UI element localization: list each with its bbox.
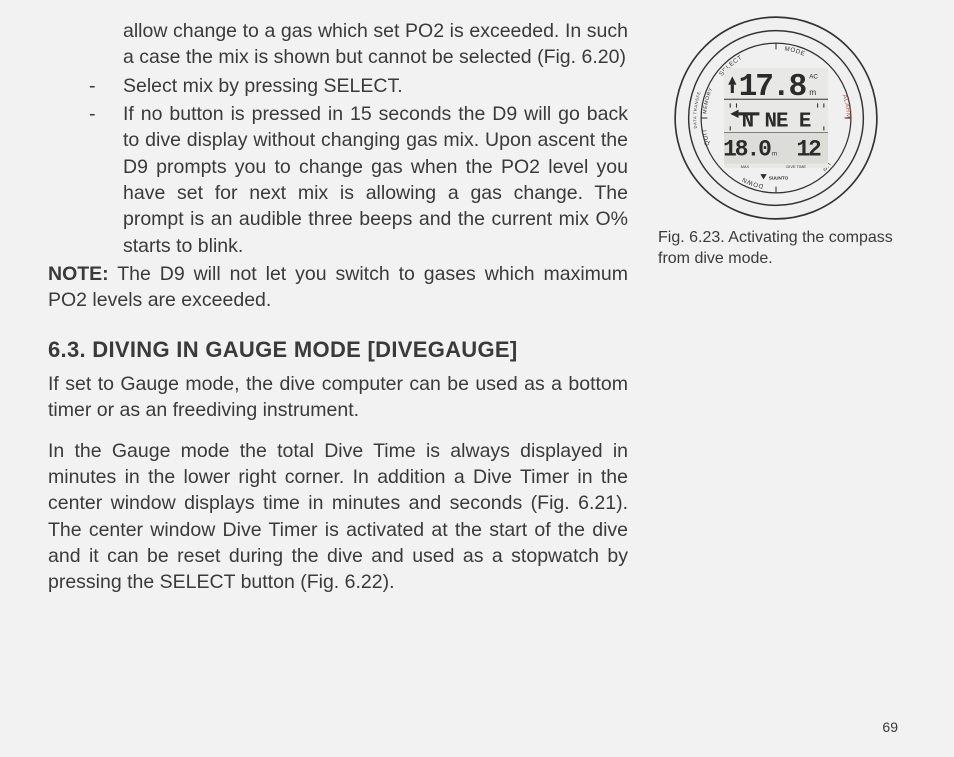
continuation-paragraph: allow change to a gas which set PO2 is e…: [123, 18, 628, 71]
bullet-item-1: - Select mix by pressing SELECT.: [48, 73, 628, 99]
bullet-dash: -: [89, 73, 123, 99]
figure-caption: Fig. 6.23. Activating the compass from d…: [652, 228, 900, 270]
max-depth-value: 18.0: [723, 136, 771, 162]
body-paragraph-2: In the Gauge mode the total Dive Time is…: [48, 438, 628, 596]
brand-label: SUUNTO: [769, 175, 789, 180]
note-label: NOTE:: [48, 263, 109, 285]
note-text: The D9 will not let you switch to gases …: [48, 263, 628, 311]
bullet-dash: -: [89, 101, 123, 259]
bullet-text-2: If no button is pressed in 15 seconds th…: [123, 101, 628, 259]
bullet-text-1: Select mix by pressing SELECT.: [123, 73, 628, 99]
body-paragraph-1: If set to Gauge mode, the dive computer …: [48, 371, 628, 424]
max-label: MAX: [741, 164, 750, 169]
section-heading: 6.3. DIVING IN GAUGE MODE [DIVEGAUGE]: [48, 335, 628, 365]
depth-unit: m: [809, 87, 816, 97]
main-text-column: allow change to a gas which set PO2 is e…: [48, 18, 628, 596]
divetime-label: DIVE TIME: [786, 164, 806, 169]
depth-value: 17.8: [739, 70, 807, 105]
compass-reading: N NE E: [742, 110, 811, 133]
ac-indicator: AC: [809, 73, 818, 80]
max-depth-unit: m: [772, 150, 777, 157]
figure-area: SELECT MODE ALARM UP DOWN QUIT MEMORY DA…: [652, 14, 900, 270]
note-paragraph: NOTE: The D9 will not let you switch to …: [48, 261, 628, 314]
dive-time-value: 12: [796, 136, 821, 162]
page-number: 69: [882, 719, 898, 735]
bullet-item-2: - If no button is pressed in 15 seconds …: [48, 101, 628, 259]
dive-watch-icon: SELECT MODE ALARM UP DOWN QUIT MEMORY DA…: [672, 14, 880, 222]
